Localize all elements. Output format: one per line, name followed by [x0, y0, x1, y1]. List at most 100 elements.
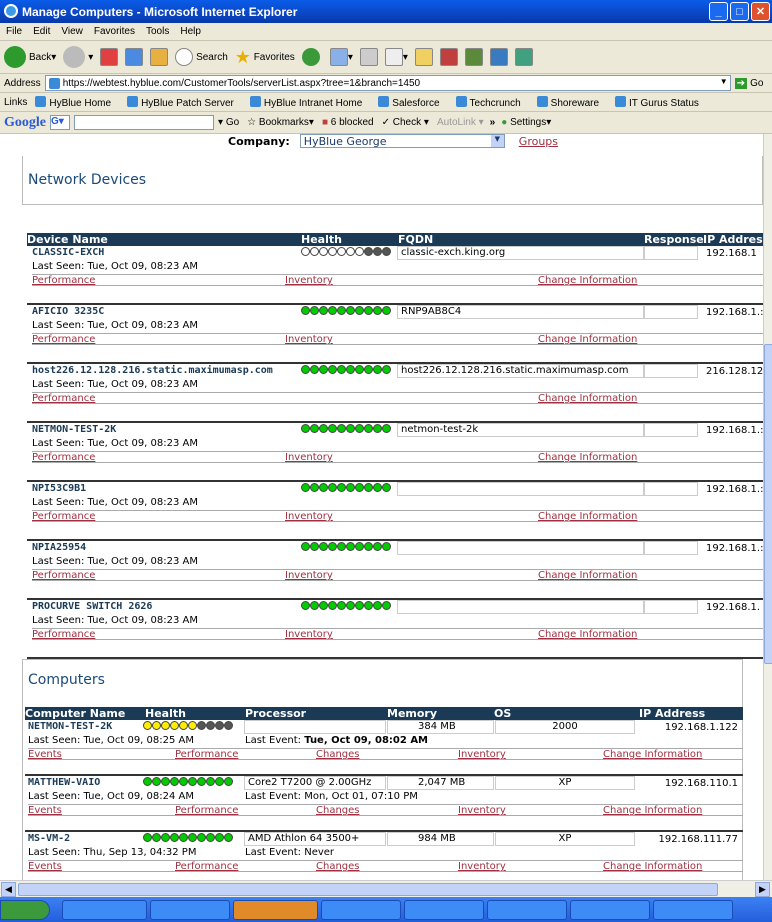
- start-button[interactable]: [0, 900, 50, 920]
- inventory-link[interactable]: Inventory: [285, 275, 333, 286]
- link-shoreware[interactable]: Shoreware: [536, 95, 607, 109]
- link-hyblue-home[interactable]: HyBlue Home: [35, 95, 119, 109]
- horizontal-scroll-thumb[interactable]: [18, 883, 718, 896]
- menu-favorites[interactable]: Favorites: [94, 26, 135, 37]
- inventory-link[interactable]: Inventory: [285, 452, 333, 463]
- refresh-button[interactable]: [125, 48, 144, 66]
- link-hyblue-patch-server[interactable]: HyBlue Patch Server: [127, 95, 242, 109]
- horizontal-scrollbar[interactable]: ◀ ▶: [0, 880, 772, 897]
- events-link[interactable]: Events: [28, 749, 62, 760]
- change-information-link[interactable]: Change Information: [538, 393, 637, 404]
- change-information-link[interactable]: Change Information: [603, 805, 702, 816]
- computer-name[interactable]: NETMON-TEST-2K: [28, 721, 112, 732]
- google-search-input[interactable]: [74, 115, 214, 130]
- device-name[interactable]: NPIA25954: [32, 542, 86, 553]
- changes-link[interactable]: Changes: [316, 749, 360, 760]
- spell-check-button[interactable]: ✓ Check ▾: [382, 117, 429, 128]
- research-button[interactable]: [439, 48, 458, 66]
- favorites-button[interactable]: ★ Favorites: [235, 47, 295, 68]
- performance-link[interactable]: Performance: [32, 393, 95, 404]
- menu-file[interactable]: File: [6, 26, 22, 37]
- computer-name[interactable]: MATTHEW-VAIO: [28, 777, 100, 788]
- inventory-link[interactable]: Inventory: [458, 749, 506, 760]
- settings-button[interactable]: ● Settings▾: [501, 117, 551, 128]
- taskbar-item[interactable]: [62, 900, 147, 920]
- folder-button[interactable]: [414, 48, 433, 66]
- inventory-link[interactable]: Inventory: [458, 861, 506, 872]
- google-menu-icon[interactable]: G▾: [50, 115, 70, 130]
- popup-blocked-button[interactable]: ■ 6 blocked: [322, 117, 374, 128]
- bookmarks-button[interactable]: ☆ Bookmarks▾: [247, 117, 314, 128]
- edit-button[interactable]: ▾: [384, 48, 408, 66]
- inventory-link[interactable]: Inventory: [285, 511, 333, 522]
- print-button[interactable]: [359, 48, 378, 66]
- taskbar-item[interactable]: [321, 900, 401, 920]
- performance-link[interactable]: Performance: [32, 334, 95, 345]
- discuss-button[interactable]: [489, 48, 508, 66]
- menu-edit[interactable]: Edit: [33, 26, 50, 37]
- change-information-link[interactable]: Change Information: [603, 749, 702, 760]
- mail-button[interactable]: ▾: [329, 48, 353, 66]
- change-information-link[interactable]: Change Information: [538, 275, 637, 286]
- inventory-link[interactable]: Inventory: [285, 334, 333, 345]
- search-button[interactable]: Search: [175, 48, 228, 66]
- device-name[interactable]: PROCURVE SWITCH 2626: [32, 601, 152, 612]
- computer-name[interactable]: MS-VM-2: [28, 833, 70, 844]
- inventory-link[interactable]: Inventory: [285, 629, 333, 640]
- groups-link[interactable]: Groups: [519, 135, 558, 148]
- device-name[interactable]: host226.12.128.216.static.maximumasp.com: [32, 365, 273, 376]
- taskbar-item[interactable]: [487, 900, 567, 920]
- taskbar-item[interactable]: [150, 900, 230, 920]
- messenger-button[interactable]: [464, 48, 483, 66]
- events-link[interactable]: Events: [28, 861, 62, 872]
- performance-link[interactable]: Performance: [175, 805, 238, 816]
- autolink-button[interactable]: AutoLink ▾: [437, 117, 484, 128]
- performance-link[interactable]: Performance: [32, 629, 95, 640]
- performance-link[interactable]: Performance: [175, 861, 238, 872]
- changes-link[interactable]: Changes: [316, 861, 360, 872]
- close-button[interactable]: ✕: [751, 2, 770, 21]
- forward-button[interactable]: ▾: [63, 46, 93, 68]
- vertical-scroll-thumb[interactable]: [764, 344, 772, 664]
- google-go-button[interactable]: ▾ Go: [218, 117, 239, 128]
- scroll-right-arrow-icon[interactable]: ▶: [755, 882, 770, 897]
- change-information-link[interactable]: Change Information: [603, 861, 702, 872]
- home-button[interactable]: [150, 48, 169, 66]
- events-link[interactable]: Events: [28, 805, 62, 816]
- change-information-link[interactable]: Change Information: [538, 570, 637, 581]
- device-name[interactable]: AFICIO 3235C: [32, 306, 104, 317]
- performance-link[interactable]: Performance: [32, 511, 95, 522]
- change-information-link[interactable]: Change Information: [538, 452, 637, 463]
- device-name[interactable]: NETMON-TEST-2K: [32, 424, 116, 435]
- stop-button[interactable]: [100, 48, 119, 66]
- performance-link[interactable]: Performance: [32, 452, 95, 463]
- link-techcrunch[interactable]: Techcrunch: [455, 95, 529, 109]
- more-button[interactable]: »: [490, 117, 496, 128]
- device-name[interactable]: CLASSIC-EXCH: [32, 247, 104, 258]
- tools-button[interactable]: [514, 48, 533, 66]
- menu-view[interactable]: View: [61, 26, 83, 37]
- maximize-button[interactable]: □: [730, 2, 749, 21]
- history-button[interactable]: [301, 48, 323, 66]
- change-information-link[interactable]: Change Information: [538, 629, 637, 640]
- link-it-gurus-status[interactable]: IT Gurus Status: [615, 95, 707, 109]
- performance-link[interactable]: Performance: [175, 749, 238, 760]
- scroll-left-arrow-icon[interactable]: ◀: [1, 882, 16, 897]
- menu-help[interactable]: Help: [180, 26, 201, 37]
- minimize-button[interactable]: _: [709, 2, 728, 21]
- change-information-link[interactable]: Change Information: [538, 334, 637, 345]
- address-input[interactable]: https://webtest.hyblue.com/CustomerTools…: [44, 75, 731, 91]
- performance-link[interactable]: Performance: [32, 275, 95, 286]
- change-information-link[interactable]: Change Information: [538, 511, 637, 522]
- changes-link[interactable]: Changes: [316, 805, 360, 816]
- menu-tools[interactable]: Tools: [146, 26, 169, 37]
- vertical-scrollbar[interactable]: [763, 134, 772, 889]
- device-name[interactable]: NPI53C9B1: [32, 483, 86, 494]
- taskbar-item[interactable]: [653, 900, 733, 920]
- go-button[interactable]: ➔ Go: [734, 77, 763, 89]
- performance-link[interactable]: Performance: [32, 570, 95, 581]
- taskbar-item[interactable]: [570, 900, 650, 920]
- taskbar-item-active[interactable]: [233, 900, 318, 920]
- inventory-link[interactable]: Inventory: [458, 805, 506, 816]
- link-salesforce[interactable]: Salesforce: [378, 95, 447, 109]
